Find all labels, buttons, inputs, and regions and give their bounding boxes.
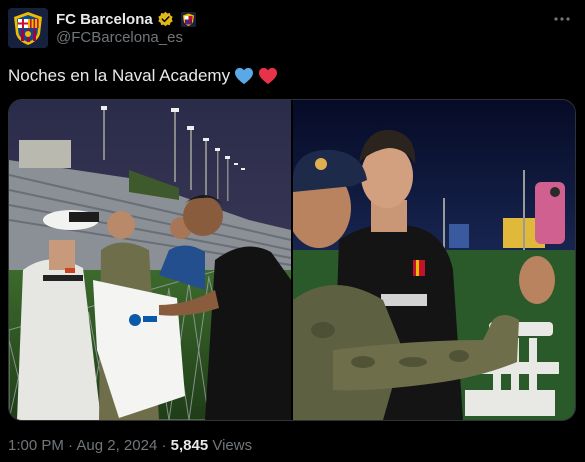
tweet-text: Noches en la Naval Academy <box>8 66 278 86</box>
photo-selfie[interactable] <box>293 100 575 420</box>
tweet-body: Noches en la Naval Academy <box>8 66 231 85</box>
more-options-icon[interactable] <box>551 8 573 30</box>
tweet-time[interactable]: 1:00 PM <box>8 437 64 454</box>
author-name-row: FC Barcelona <box>56 9 196 29</box>
meta-separator: · <box>157 437 171 454</box>
media-grid <box>8 99 576 421</box>
views-count: 5,845 <box>170 437 209 454</box>
meta-separator: · <box>63 437 77 454</box>
verified-badge-icon[interactable] <box>157 11 174 28</box>
display-name[interactable]: FC Barcelona <box>56 11 153 28</box>
club-crest-icon <box>8 8 48 48</box>
avatar[interactable] <box>8 8 48 48</box>
blue-heart-icon <box>235 67 254 85</box>
account-handle[interactable]: @FCBarcelona_es <box>56 29 183 46</box>
club-crest-icon[interactable] <box>180 11 196 27</box>
views-label: Views <box>208 437 253 454</box>
photo-signing[interactable] <box>9 100 291 420</box>
tweet-date[interactable]: Aug 2, 2024 <box>76 437 157 454</box>
tweet-meta: 1:00 PM · Aug 2, 2024 · 5,845 Views <box>8 437 252 454</box>
red-heart-icon <box>259 67 278 85</box>
